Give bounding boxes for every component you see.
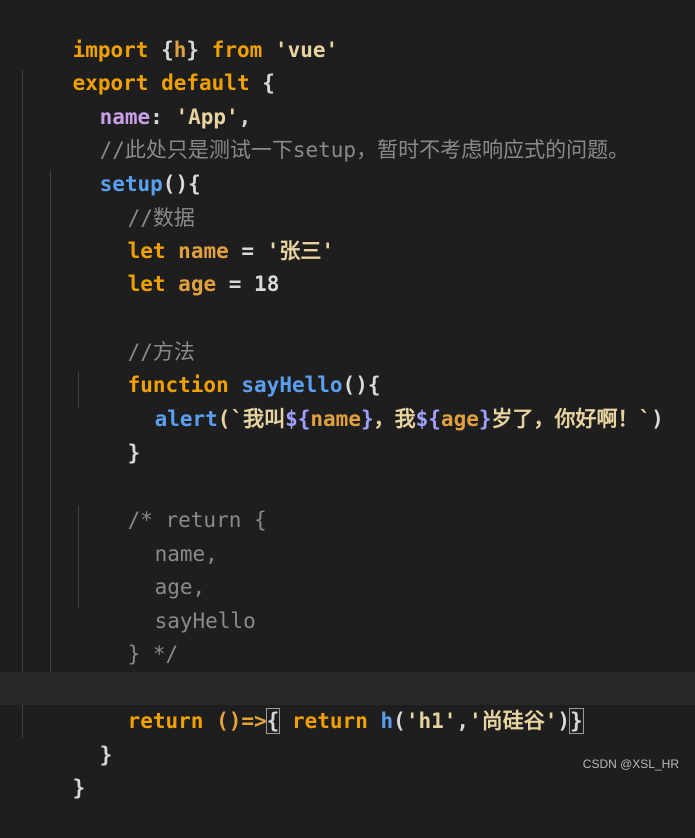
code-line[interactable]: alert(`我叫${name}，我${age}岁了，你好啊！`)	[0, 370, 695, 431]
variable-age: age	[178, 272, 217, 296]
code-line-current[interactable]: return ()=>{ return h('h1','尚硅谷')}	[0, 672, 695, 734]
code-line[interactable]: sayHello	[0, 572, 695, 633]
brace: }	[72, 776, 86, 800]
code-line[interactable]: function sayHello(){	[0, 336, 695, 397]
code-line[interactable]: } */	[0, 605, 695, 666]
code-line[interactable]: setup(){	[0, 135, 695, 196]
code-line[interactable]: name: 'App',	[0, 68, 695, 129]
brace: }	[127, 441, 141, 465]
code-line[interactable]: export default {	[0, 34, 695, 95]
code-line[interactable]: name,	[0, 505, 695, 566]
code-line[interactable]: age,	[0, 538, 695, 599]
watermark: CSDN @XSL_HR	[582, 757, 679, 771]
comment: } */	[127, 642, 179, 666]
code-line[interactable]: /* return {	[0, 471, 695, 532]
code-line[interactable]: let name = '张三'	[0, 202, 695, 263]
keyword-let: let	[127, 272, 166, 296]
code-editor[interactable]: import {h} from 'vue' export default { n…	[0, 0, 695, 800]
code-line[interactable]: //此处只是测试一下setup，暂时不考虑响应式的问题。	[0, 101, 695, 162]
code-line[interactable]: let age = 18	[0, 235, 695, 296]
code-line[interactable]: }	[0, 706, 695, 767]
code-line[interactable]: import {h} from 'vue'	[0, 1, 695, 62]
operator: =	[216, 272, 255, 296]
code-line[interactable]: }	[0, 404, 695, 465]
code-line[interactable]: //数据	[0, 169, 695, 230]
number-18: 18	[254, 272, 280, 296]
code-line[interactable]: //方法	[0, 303, 695, 364]
